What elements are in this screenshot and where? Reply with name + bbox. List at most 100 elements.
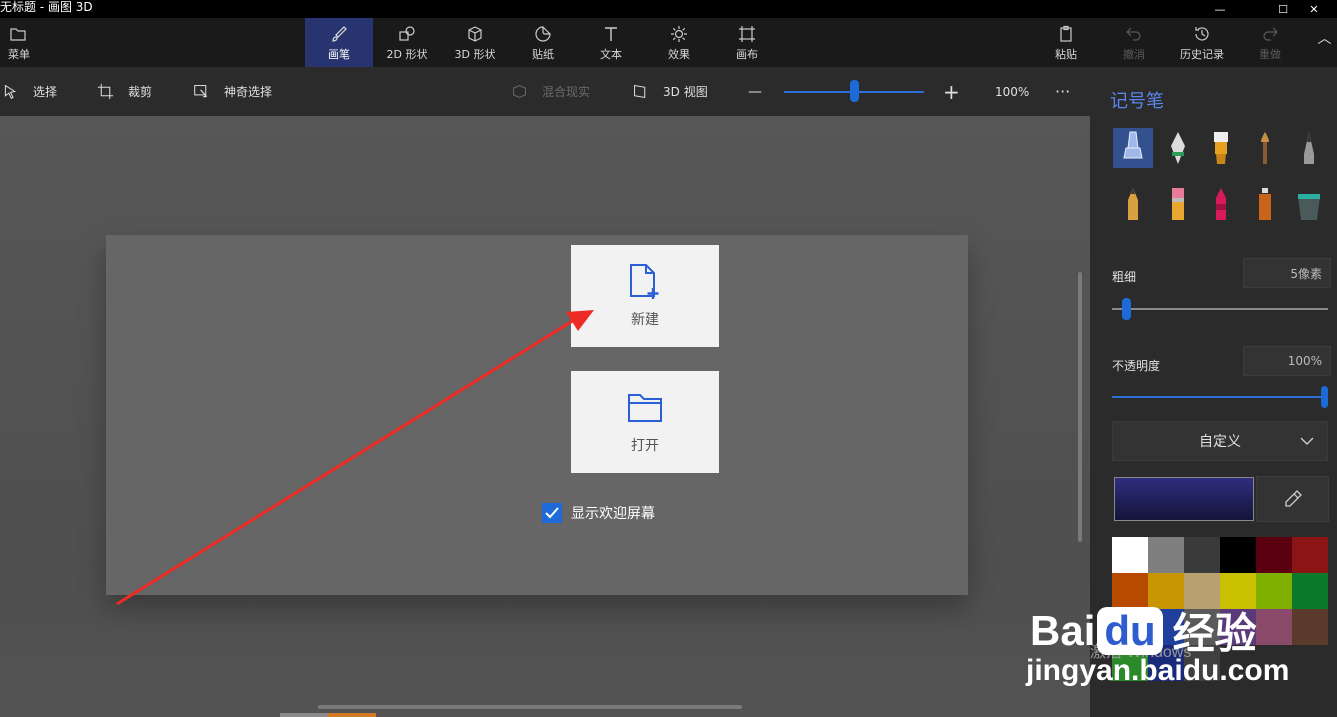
watercolor-tool[interactable] xyxy=(1245,128,1285,168)
thickness-slider-thumb[interactable] xyxy=(1122,298,1131,320)
crop-button[interactable]: 裁剪 xyxy=(97,67,152,116)
crayon-tool[interactable] xyxy=(1201,184,1241,224)
thickness-slider[interactable] xyxy=(1112,297,1328,321)
pixel-pen-tool[interactable] xyxy=(1289,128,1329,168)
color-swatch[interactable] xyxy=(1292,609,1328,645)
open-button[interactable]: 打开 xyxy=(571,371,719,473)
color-swatch[interactable] xyxy=(1184,537,1220,573)
canvas[interactable] xyxy=(106,235,968,595)
zoom-out-button[interactable]: — xyxy=(748,67,762,116)
tab-brushes[interactable]: 画笔 xyxy=(305,18,373,67)
brush-icon xyxy=(332,25,347,42)
eraser-icon xyxy=(1172,188,1184,220)
3d-view-label: 3D 视图 xyxy=(663,85,708,99)
cube-icon xyxy=(468,25,482,42)
opacity-label: 不透明度 xyxy=(1112,359,1161,373)
baidu-logo: Bai du 经验 xyxy=(1030,600,1257,661)
show-welcome-checkbox[interactable]: 显示欢迎屏幕 xyxy=(542,503,655,523)
color-mode-dropdown[interactable]: 自定义 xyxy=(1112,421,1328,461)
oil-brush-icon xyxy=(1214,132,1228,164)
tab-2d-shapes[interactable]: 2D 形状 xyxy=(373,18,441,67)
undo-button[interactable]: 撤消 xyxy=(1108,18,1160,67)
opacity-slider-thumb[interactable] xyxy=(1321,386,1328,408)
paste-button[interactable]: 粘贴 xyxy=(1040,18,1092,67)
color-mode-label: 自定义 xyxy=(1199,434,1241,450)
workspace xyxy=(0,116,1090,717)
3d-view-button[interactable]: 3D 视图 xyxy=(632,67,708,116)
tab-3d-shapes[interactable]: 3D 形状 xyxy=(441,18,509,67)
vertical-scrollbar[interactable] xyxy=(1078,272,1082,542)
calligraphy-pen-tool[interactable] xyxy=(1158,128,1198,168)
menu-button[interactable]: 菜单 xyxy=(0,18,40,67)
tab-canvas[interactable]: 画布 xyxy=(713,18,781,67)
spray-can-icon xyxy=(1259,188,1271,220)
current-color-swatch[interactable] xyxy=(1114,477,1254,521)
sun-icon xyxy=(671,25,687,42)
history-icon xyxy=(1195,26,1209,41)
pixel-pen-icon xyxy=(1304,132,1314,164)
magic-select-button[interactable]: 神奇选择 xyxy=(193,67,272,116)
close-button[interactable]: ✕ xyxy=(1291,0,1337,18)
thickness-label: 粗细 xyxy=(1112,270,1137,284)
marker-tool[interactable] xyxy=(1113,128,1153,168)
more-options-button[interactable]: ··· xyxy=(1055,67,1070,116)
color-swatch[interactable] xyxy=(1112,537,1148,573)
zoom-in-button[interactable]: + xyxy=(943,67,960,116)
thickness-input[interactable]: 5像素 xyxy=(1243,258,1331,288)
watercolor-icon xyxy=(1261,132,1269,164)
minimize-button[interactable]: — xyxy=(1197,0,1243,18)
eyedropper-button[interactable] xyxy=(1256,476,1329,522)
panel-title: 记号笔 xyxy=(1110,91,1164,112)
tab-text-label: 文本 xyxy=(600,47,622,61)
zoom-slider[interactable] xyxy=(784,67,924,116)
tab-text[interactable]: 文本 xyxy=(577,18,645,67)
spray-can-tool[interactable] xyxy=(1245,184,1285,224)
fill-bucket-icon xyxy=(1298,194,1320,220)
checkmark-icon xyxy=(545,507,559,519)
tab-stickers-label: 贴纸 xyxy=(532,47,554,61)
color-swatch[interactable] xyxy=(1148,537,1184,573)
tab-brushes-label: 画笔 xyxy=(328,47,350,61)
mixed-reality-button[interactable]: 混合现实 xyxy=(511,67,590,116)
baidu-logo-bai: Bai xyxy=(1030,606,1096,654)
pencil-tool[interactable] xyxy=(1113,184,1153,224)
open-label: 打开 xyxy=(631,438,659,454)
undo-icon xyxy=(1126,27,1141,41)
canvas-icon xyxy=(739,25,755,42)
checkbox-checked[interactable] xyxy=(542,503,562,523)
tab-stickers[interactable]: 贴纸 xyxy=(509,18,577,67)
eraser-tool[interactable] xyxy=(1158,184,1198,224)
tab-3d-shapes-label: 3D 形状 xyxy=(454,47,496,61)
zoom-slider-thumb[interactable] xyxy=(850,80,859,102)
history-label: 历史记录 xyxy=(1180,47,1224,61)
opacity-slider[interactable] xyxy=(1112,385,1328,409)
color-swatch[interactable] xyxy=(1256,537,1292,573)
folder-icon xyxy=(10,27,26,41)
horizontal-scrollbar[interactable] xyxy=(318,705,742,709)
color-swatch[interactable] xyxy=(1256,573,1292,609)
mixed-reality-icon xyxy=(513,84,526,99)
color-swatch[interactable] xyxy=(1292,537,1328,573)
show-welcome-label: 显示欢迎屏幕 xyxy=(571,506,655,522)
opacity-input[interactable]: 100% xyxy=(1243,346,1331,376)
collapse-ribbon-button[interactable]: ︿ xyxy=(1312,18,1337,67)
fill-tool[interactable] xyxy=(1289,184,1329,224)
new-button[interactable]: 新建 xyxy=(571,245,719,347)
oil-brush-tool[interactable] xyxy=(1201,128,1241,168)
redo-icon xyxy=(1263,27,1278,41)
color-swatch[interactable] xyxy=(1256,609,1292,645)
color-swatch[interactable] xyxy=(1220,537,1256,573)
pencil-icon xyxy=(1128,188,1138,220)
crop-icon xyxy=(97,83,114,100)
mixed-reality-label: 混合现实 xyxy=(542,85,591,99)
history-button[interactable]: 历史记录 xyxy=(1172,18,1232,67)
view-3d-icon xyxy=(634,84,646,99)
color-swatch[interactable] xyxy=(1292,573,1328,609)
chevron-down-icon xyxy=(1300,437,1314,445)
select-button[interactable]: 选择 xyxy=(2,67,57,116)
crop-label: 裁剪 xyxy=(128,85,153,99)
redo-button[interactable]: 重做 xyxy=(1244,18,1296,67)
tab-effects[interactable]: 效果 xyxy=(645,18,713,67)
baidu-url: jingyan.baidu.com xyxy=(1026,654,1290,687)
redo-label: 重做 xyxy=(1259,47,1281,61)
